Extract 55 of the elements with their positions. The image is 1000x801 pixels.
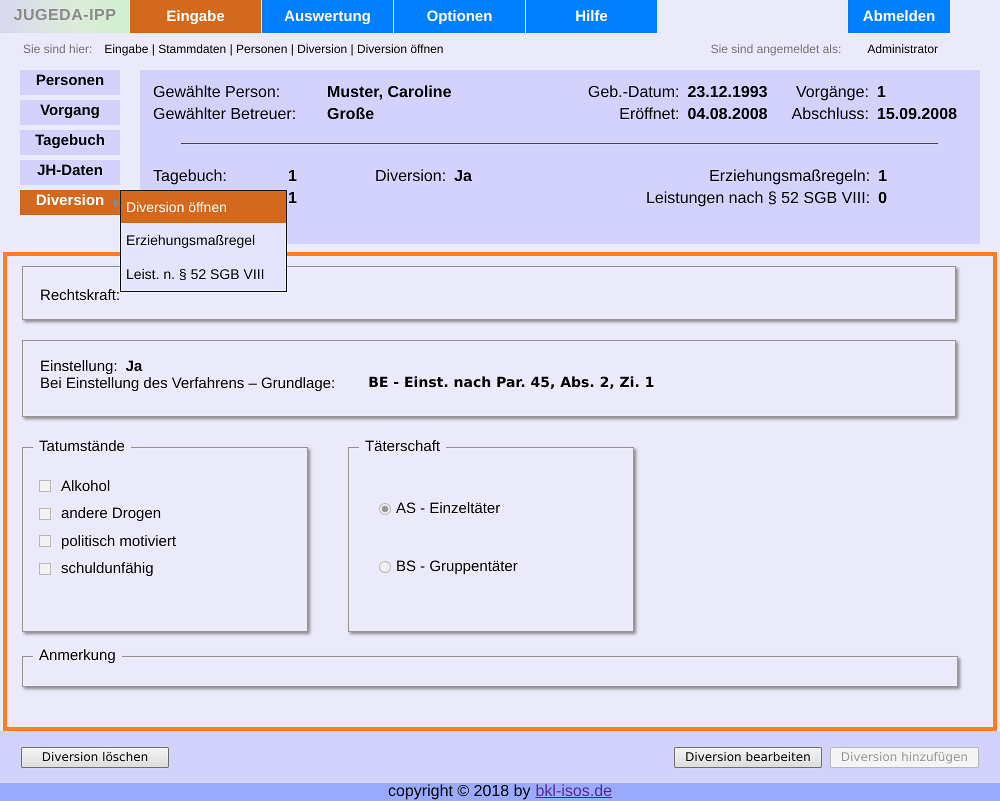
breadcrumb-label: Sie sind hier:	[23, 42, 92, 56]
field-label: Gewählte Person:	[153, 84, 282, 102]
nav-tab[interactable]: Hilfe	[526, 0, 657, 33]
field-label: Einstellung:	[40, 358, 118, 376]
menu-item[interactable]: Erziehungsmaßregel	[121, 222, 286, 257]
sidebar-item[interactable]: JH-Daten	[20, 160, 120, 185]
logo: JUGEDA-IPP	[0, 0, 130, 33]
field-label: Leistungen nach § 52 SGB VIII:	[646, 190, 870, 208]
nav-tab[interactable]: Optionen	[394, 0, 525, 33]
field-value: BE - Einst. nach Par. 45, Abs. 2, Zi. 1	[368, 375, 654, 392]
field-value: 23.12.1993	[687, 84, 768, 102]
field-label: Eröffnet:	[618, 106, 680, 124]
checkbox-label: Alkohol	[61, 478, 110, 495]
sidebar-item[interactable]: Tagebuch	[20, 130, 120, 155]
checkbox-label: politisch motiviert	[61, 532, 176, 550]
field-value: 1	[878, 168, 887, 186]
login-label: Sie sind angemeldet als:	[710, 42, 842, 56]
field-value: 1	[288, 190, 298, 208]
footer-link[interactable]: bkl-isos.de	[536, 783, 612, 801]
field-value: Große	[327, 106, 376, 124]
field-label: Erziehungsmaßregeln:	[708, 168, 870, 186]
field-label: Vorgänge:	[794, 84, 869, 102]
user-name: Administrator	[867, 42, 938, 56]
field-value: 0	[878, 190, 887, 208]
field-label: Geb.-Datum:	[588, 84, 680, 102]
field-value: Muster, Caroline	[327, 84, 452, 102]
logout-button[interactable]: Abmelden	[848, 0, 950, 33]
checkbox-label: schuldunfähig	[61, 560, 154, 578]
field-label: Bei Einstellung des Verfahrens – Grundlage:	[40, 375, 336, 392]
field-value: Ja	[454, 168, 472, 186]
field-value: 1	[876, 84, 887, 102]
copyright-text: copyright © 2018 by	[388, 783, 531, 801]
menu-item[interactable]: Diversion öffnen	[121, 190, 286, 223]
field-label: Abschluss:	[792, 106, 869, 124]
menu-item[interactable]: Leist. n. § 52 SGB VIII	[121, 256, 286, 291]
action-button[interactable]: Diversion bearbeiten	[674, 746, 822, 768]
field-label: Gewählter Betreuer:	[153, 106, 298, 124]
sidebar-item[interactable]: Diversion	[20, 190, 120, 215]
field-label: Rechtskraft:	[40, 286, 120, 304]
field-label: Diversion:	[375, 168, 446, 186]
checkbox-label: andere Drogen	[61, 505, 162, 522]
action-button[interactable]: Diversion löschen	[21, 746, 169, 768]
nav-tab[interactable]: Eingabe	[130, 0, 261, 33]
radio-label: AS - Einzeltäter	[396, 500, 500, 518]
breadcrumb: Eingabe | Stammdaten | Personen | Diversion | Diversion öffnen	[104, 42, 444, 56]
field-value: 1	[288, 168, 298, 186]
field-label: Tagebuch:	[153, 168, 228, 186]
sidebar-item[interactable]: Personen	[20, 70, 120, 95]
radio-label: BS - Gruppentäter	[396, 558, 518, 576]
sidebar-item[interactable]: Vorgang	[20, 100, 120, 125]
group-title: Anmerkung	[33, 647, 122, 664]
nav-tab[interactable]: Auswertung	[262, 0, 393, 33]
field-value: 04.08.2008	[687, 106, 768, 124]
field-value: 15.09.2008	[876, 106, 957, 124]
field-value: Ja	[126, 358, 142, 376]
